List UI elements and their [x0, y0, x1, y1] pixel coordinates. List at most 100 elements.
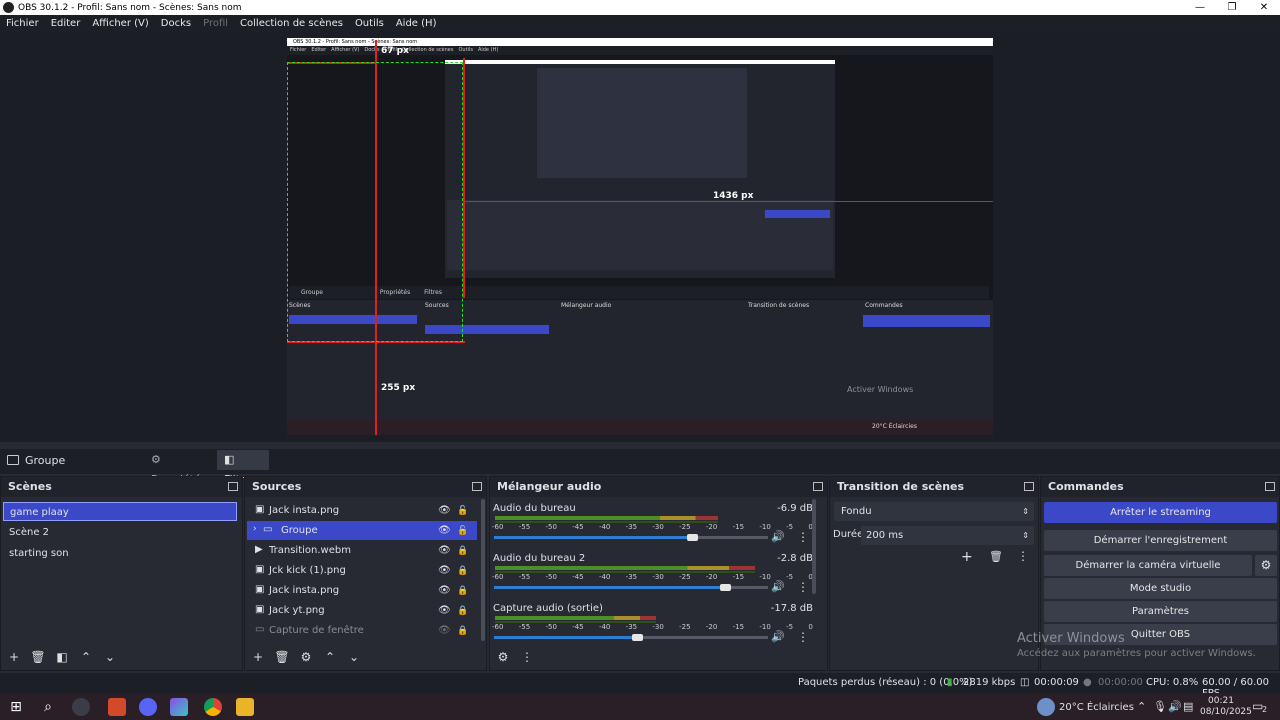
- signal-icon: ▮: [947, 677, 953, 688]
- advanced-audio-icon[interactable]: ⚙: [494, 648, 512, 666]
- transition-type-select[interactable]: Fondu ⇕: [834, 502, 1034, 521]
- move-down-icon[interactable]: ⌄: [345, 648, 363, 666]
- volume-slider-track[interactable]: [691, 536, 768, 539]
- lock-icon[interactable]: 🔒: [457, 586, 468, 596]
- speaker-icon[interactable]: 🔊: [771, 630, 785, 643]
- volume-slider-handle[interactable]: [632, 634, 643, 641]
- mixer-scrollbar[interactable]: [812, 499, 816, 594]
- lock-icon[interactable]: 🔒: [457, 546, 468, 556]
- stop-streaming-button[interactable]: Arrêter le streaming: [1044, 502, 1277, 523]
- volume-slider-track[interactable]: [636, 636, 768, 639]
- eye-icon[interactable]: 👁: [438, 545, 451, 556]
- filters-button[interactable]: ◧ Filtres: [217, 450, 269, 486]
- undock-icon[interactable]: [472, 482, 482, 491]
- preview-canvas[interactable]: OBS 30.1.2 - Profil: Sans nom - Scènes: …: [287, 38, 993, 435]
- move-up-icon[interactable]: ⌃: [77, 648, 95, 666]
- undock-icon[interactable]: [813, 482, 823, 491]
- volume-slider-handle[interactable]: [720, 584, 731, 591]
- spin-icon[interactable]: ⇕: [1022, 526, 1029, 545]
- scene-item[interactable]: starting son: [3, 544, 237, 563]
- updown-icon: ⇕: [1022, 507, 1029, 516]
- scenes-title: Scènes: [8, 480, 52, 493]
- menu-outils[interactable]: Outils: [349, 18, 390, 29]
- clock-time[interactable]: 00:21: [1208, 696, 1234, 706]
- lock-icon[interactable]: 🔒: [457, 606, 468, 616]
- move-down-icon[interactable]: ⌄: [101, 648, 119, 666]
- clock-date[interactable]: 08/10/2025: [1200, 707, 1252, 717]
- menu-editer[interactable]: Editer: [45, 18, 87, 29]
- db-scale-tick: -5: [786, 523, 794, 531]
- duration-input[interactable]: 200 ms ⇕: [861, 526, 1034, 545]
- trash-icon[interactable]: 🗑: [989, 550, 1003, 563]
- stream-time: 00:00:09: [1034, 677, 1079, 688]
- menu-aide[interactable]: Aide (H): [390, 18, 443, 29]
- lock-icon[interactable]: 🔓: [457, 526, 468, 536]
- tray-chevron-icon[interactable]: ⌃: [1137, 700, 1146, 713]
- eye-hidden-icon[interactable]: 👁: [438, 625, 451, 636]
- move-up-icon[interactable]: ⌃: [321, 648, 339, 666]
- add-icon[interactable]: +: [961, 549, 973, 565]
- lock-icon[interactable]: 🔒: [457, 626, 468, 636]
- close-button[interactable]: ✕: [1248, 0, 1280, 15]
- db-scale-tick: -10: [759, 623, 771, 631]
- undock-icon[interactable]: [228, 482, 238, 491]
- speaker-icon[interactable]: 🔊: [771, 530, 785, 543]
- minimize-button[interactable]: —: [1184, 0, 1216, 15]
- gear-icon[interactable]: ⚙: [297, 648, 315, 666]
- eye-icon[interactable]: 👁: [438, 525, 451, 536]
- scene-item[interactable]: Scène 2: [3, 523, 237, 542]
- file-explorer-icon[interactable]: [236, 698, 254, 716]
- menu-docks[interactable]: Docks: [155, 18, 197, 29]
- menu-collection[interactable]: Collection de scènes: [234, 18, 349, 29]
- obs-app-icon[interactable]: [72, 698, 90, 716]
- add-icon[interactable]: +: [249, 648, 267, 666]
- network-icon[interactable]: ▤: [1183, 700, 1193, 713]
- properties-button[interactable]: ⚙ Propriétés: [143, 450, 213, 486]
- kebab-menu-icon[interactable]: ⋮: [1017, 549, 1029, 563]
- menu-profil[interactable]: Profil: [197, 18, 234, 29]
- add-icon[interactable]: +: [5, 648, 23, 666]
- lock-icon[interactable]: 🔓: [457, 506, 468, 516]
- trash-icon[interactable]: 🗑: [29, 648, 47, 666]
- eye-icon[interactable]: 👁: [438, 565, 451, 576]
- search-icon[interactable]: ⌕: [39, 698, 57, 716]
- undock-icon[interactable]: [1024, 482, 1034, 491]
- copilot-app-icon[interactable]: [170, 698, 188, 716]
- windows-taskbar: ⊞ ⌕ 20°C Éclaircies ⌃ 🎙 🔊 ▤ 00:21 08/10/…: [0, 693, 1280, 720]
- start-virtual-camera-button[interactable]: Démarrer la caméra virtuelle: [1044, 555, 1252, 576]
- menu-bar: Fichier Editer Afficher (V) Docks Profil…: [0, 15, 1280, 32]
- scene-item[interactable]: game plaay: [3, 502, 237, 521]
- volume-slider-handle[interactable]: [687, 534, 698, 541]
- menu-afficher[interactable]: Afficher (V): [86, 18, 154, 29]
- trash-icon[interactable]: 🗑: [273, 648, 291, 666]
- speaker-icon[interactable]: 🔊: [771, 580, 785, 593]
- kebab-menu-icon[interactable]: ⋮: [797, 630, 809, 644]
- eye-icon[interactable]: 👁: [438, 505, 451, 516]
- studio-mode-button[interactable]: Mode studio: [1044, 578, 1277, 599]
- eye-icon[interactable]: 👁: [438, 605, 451, 616]
- start-recording-button[interactable]: Démarrer l'enregistrement: [1044, 530, 1277, 551]
- weather-text[interactable]: 20°C Éclaircies: [1059, 702, 1134, 713]
- brave-app-icon[interactable]: [108, 698, 126, 716]
- settings-button[interactable]: Paramètres: [1044, 601, 1277, 622]
- db-scale: -60 -55 -50 -45 -40 -35 -30 -25 -20 -15 -10 -5 0: [492, 523, 813, 531]
- kebab-menu-icon[interactable]: ⋮: [797, 530, 809, 544]
- kebab-menu-icon[interactable]: ⋮: [797, 580, 809, 594]
- db-scale-tick: -40: [598, 523, 611, 531]
- maximize-button[interactable]: ❐: [1216, 0, 1248, 15]
- sources-scrollbar[interactable]: [481, 499, 485, 641]
- volume-icon[interactable]: 🔊: [1168, 700, 1182, 713]
- kebab-menu-icon[interactable]: ⋮: [518, 648, 536, 666]
- chrome-app-icon[interactable]: [204, 698, 222, 716]
- lock-icon[interactable]: 🔒: [457, 566, 468, 576]
- menu-fichier[interactable]: Fichier: [0, 18, 45, 29]
- virtual-camera-settings-button[interactable]: ⚙: [1255, 555, 1277, 576]
- start-icon[interactable]: ⊞: [7, 698, 25, 716]
- discord-app-icon[interactable]: [139, 698, 157, 716]
- eye-icon[interactable]: 👁: [438, 585, 451, 596]
- filter-icon[interactable]: ◧: [53, 648, 71, 666]
- db-scale-tick: -20: [705, 523, 718, 531]
- undock-icon[interactable]: [1265, 482, 1275, 491]
- chevron-right-icon[interactable]: ›: [253, 524, 257, 534]
- microphone-icon[interactable]: 🎙: [1153, 700, 1167, 713]
